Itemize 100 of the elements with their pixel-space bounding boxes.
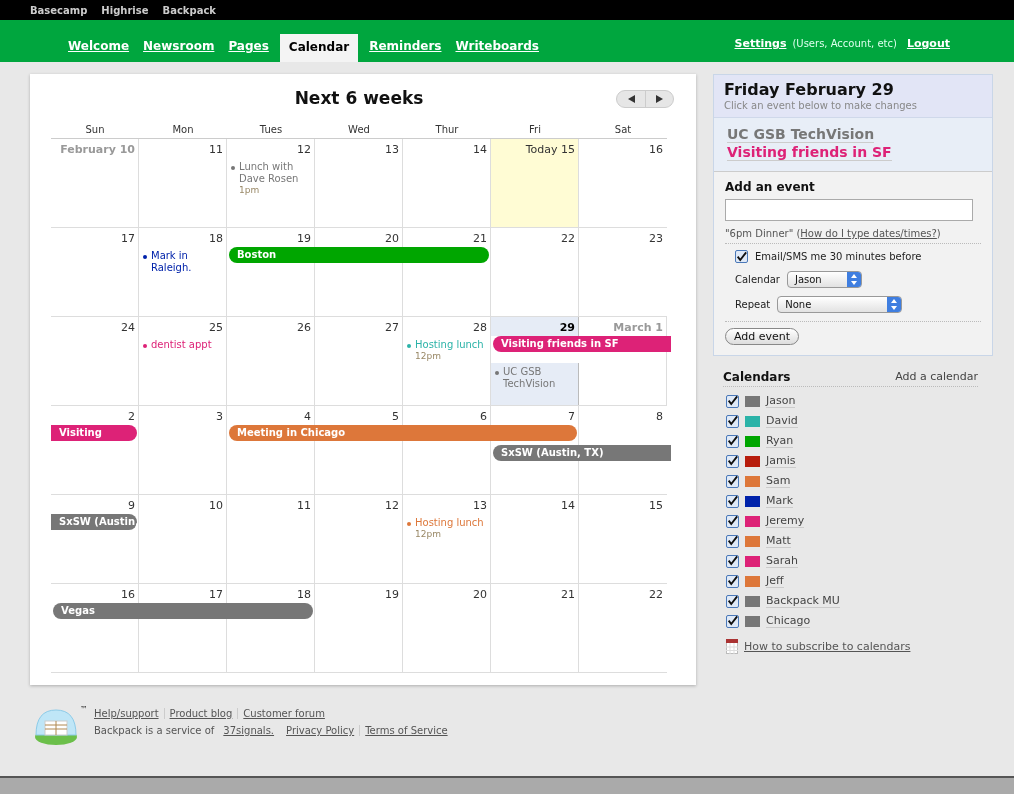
calendar-name-link[interactable]: Jeremy [766, 514, 805, 528]
event-title[interactable]: UC GSB TechVision [503, 366, 575, 390]
day-number: 14 [473, 142, 487, 158]
highlighted-day-cell[interactable] [491, 139, 579, 227]
calendar-name-link[interactable]: Jason [766, 394, 796, 408]
day-event-link[interactable]: Visiting friends in SF [727, 144, 892, 161]
day-number: 19 [385, 587, 399, 603]
calendar-checkbox[interactable] [726, 394, 739, 408]
day-number: 24 [121, 320, 135, 336]
calendar-title: Next 6 weeks [294, 88, 424, 110]
day-number: 9 [128, 498, 135, 514]
nav-tab[interactable]: Calendar [279, 34, 359, 62]
calendar-checkbox[interactable] [726, 534, 739, 548]
event-bar[interactable]: SxSW (Austin, TX) [493, 445, 671, 461]
day-number: 10 [209, 498, 223, 514]
day-number: 21 [561, 587, 575, 603]
day-number: 13 [385, 142, 399, 158]
day-number: 29 [559, 320, 575, 336]
company-link[interactable]: 37signals. [218, 725, 280, 736]
event-title[interactable]: dentist appt [151, 339, 212, 351]
calendar-name-link[interactable]: Ryan [766, 434, 794, 448]
calendar-checkbox[interactable] [726, 414, 739, 428]
day-event-link[interactable]: UC GSB TechVision [727, 126, 875, 143]
subscribe-link[interactable]: How to subscribe to calendars [744, 640, 911, 653]
day-number: 3 [216, 409, 223, 425]
day-number: 8 [656, 409, 663, 425]
add-event-button[interactable]: Add event [725, 328, 800, 345]
example-text: "6pm Dinner" ( [725, 228, 801, 239]
repeat-select[interactable]: None [777, 296, 903, 313]
day-number: 22 [561, 231, 575, 247]
highlighted-day-cell[interactable] [491, 363, 579, 405]
event-title[interactable]: Mark in Raleigh. [151, 250, 223, 274]
day-number: 20 [385, 231, 399, 247]
legal-link[interactable]: Privacy Policy [281, 725, 360, 736]
calendar-checkbox[interactable] [726, 614, 739, 628]
add-event-heading: Add an event [725, 180, 816, 194]
weekday-header: Sat [613, 124, 633, 135]
day-number: 5 [392, 409, 399, 425]
calendar-page-icon [726, 639, 738, 654]
calendar-select[interactable]: Jason [786, 271, 862, 288]
day-number: 11 [209, 142, 223, 158]
day-number: 2 [128, 409, 135, 425]
calendar-name-link[interactable]: Sam [766, 474, 791, 488]
calendar-name-link[interactable]: Jamis [766, 454, 796, 468]
event-time: 12pm [414, 529, 442, 539]
app-link[interactable]: Basecamp [30, 4, 88, 16]
day-number: 11 [297, 498, 311, 514]
logo-drawing [33, 707, 79, 747]
calendar-checkbox[interactable] [726, 434, 739, 448]
reminder-label: Email/SMS me 30 minutes before [755, 251, 922, 262]
calendar-name-link[interactable]: Matt [766, 534, 791, 548]
day-hint: Click an event below to make changes [724, 100, 918, 111]
event-bar[interactable]: SxSW (Austin, [51, 514, 137, 530]
day-number: 16 [121, 587, 135, 603]
legal-link[interactable]: Terms of Service [359, 725, 453, 736]
day-number: 6 [480, 409, 487, 425]
highlighted-day-cell[interactable] [491, 317, 579, 336]
app-link[interactable]: Highrise [101, 4, 149, 16]
trademark-mark: ™ [80, 705, 88, 714]
event-bar[interactable]: Visiting [51, 425, 137, 441]
day-number: 25 [209, 320, 223, 336]
footer-link[interactable]: Product blog [163, 708, 238, 719]
event-bar[interactable]: Vegas [53, 603, 313, 619]
day-number: 20 [473, 587, 487, 603]
calendar-checkbox[interactable] [726, 494, 739, 508]
calendar-name-link[interactable]: Jeff [766, 574, 784, 588]
day-number: 26 [297, 320, 311, 336]
day-number: 7 [568, 409, 575, 425]
event-input-field[interactable] [725, 199, 973, 221]
add-calendar-link[interactable]: Add a calendar [895, 370, 978, 384]
day-number: March 1 [613, 320, 663, 336]
calendar-checkbox[interactable] [726, 574, 739, 588]
footer-link[interactable]: Help/support [94, 708, 164, 719]
footer-link[interactable]: Customer forum [237, 708, 330, 719]
calendar-checkbox[interactable] [726, 454, 739, 468]
help-link[interactable]: How do I type dates/times? [800, 228, 937, 239]
event-title[interactable]: Lunch with Dave Rosen [239, 161, 311, 185]
calendar-name-link[interactable]: Sarah [766, 554, 798, 568]
day-number: 12 [385, 498, 399, 514]
calendar-name-link[interactable]: Backpack MU [766, 594, 840, 608]
calendar-checkbox[interactable] [726, 554, 739, 568]
calendar-name-link[interactable]: Chicago [766, 614, 811, 628]
app-link[interactable]: Backpack [162, 4, 216, 16]
weekday-header: Tues [258, 124, 284, 135]
calendar-checkbox[interactable] [726, 514, 739, 528]
day-number: 16 [649, 142, 663, 158]
event-time: 1pm [238, 185, 261, 195]
calendar-name-link[interactable]: David [766, 414, 798, 428]
calendar-checkbox[interactable] [726, 474, 739, 488]
day-number: 18 [297, 587, 311, 603]
event-bar[interactable]: Visiting friends in SF [493, 336, 671, 352]
day-number: Today 15 [525, 142, 575, 158]
reminder-checkbox[interactable] [735, 250, 748, 263]
calendar-checkbox[interactable] [726, 594, 739, 608]
day-number: February 10 [60, 142, 135, 158]
weekday-header: Mon [171, 124, 195, 135]
day-number: 18 [209, 231, 223, 247]
day-number: 4 [304, 409, 311, 425]
day-title: Friday February 29 [724, 80, 895, 99]
calendar-name-link[interactable]: Mark [766, 494, 794, 508]
